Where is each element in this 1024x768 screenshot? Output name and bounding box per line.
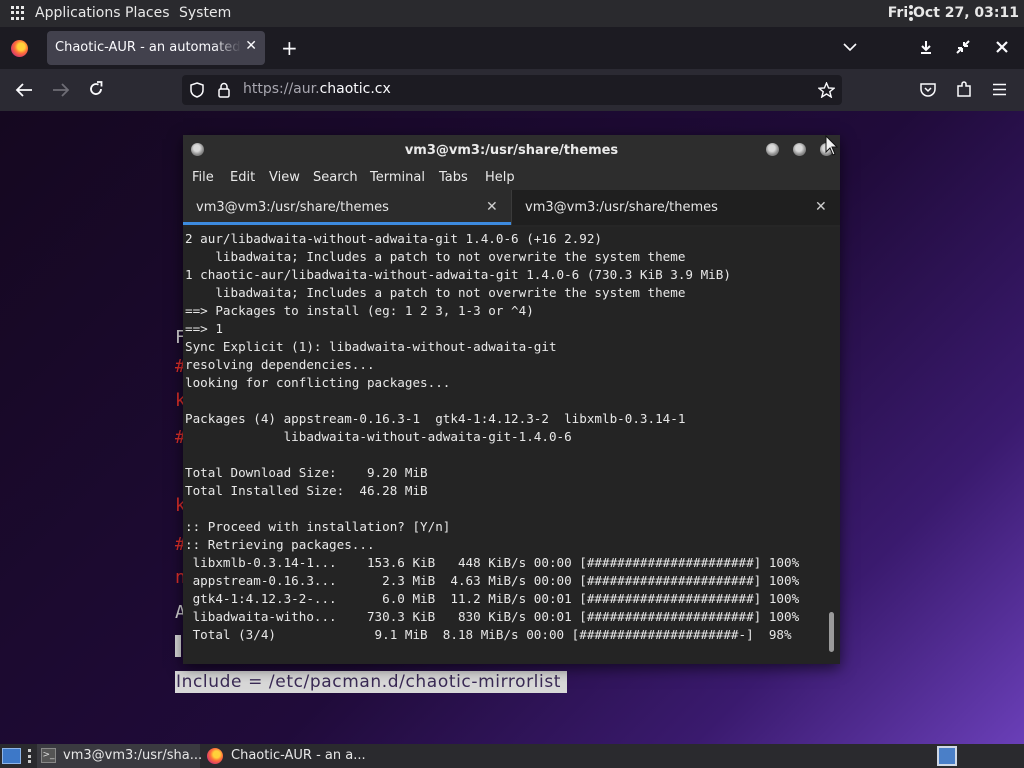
- terminal-line: :: Retrieving packages...: [185, 537, 375, 552]
- navigation-bar: https://aur.chaotic.cx: [0, 69, 1024, 111]
- menu-file[interactable]: File: [192, 170, 214, 185]
- terminal-line: libxmlb-0.3.14-1... 153.6 KiB 448 KiB/s …: [185, 555, 800, 570]
- taskbar-item-label: vm3@vm3:/usr/sha...: [63, 748, 203, 763]
- menu-places[interactable]: Places: [125, 5, 170, 21]
- url-bar[interactable]: https://aur.chaotic.cx: [182, 75, 842, 105]
- menu-applications[interactable]: Applications: [35, 5, 121, 21]
- menu-terminal[interactable]: Terminal: [370, 170, 425, 185]
- menu-tabs[interactable]: Tabs: [439, 170, 468, 185]
- taskbar-item-label: Chaotic-AUR - an a...: [231, 748, 366, 763]
- menu-edit[interactable]: Edit: [230, 170, 255, 185]
- browser-tab-title: Chaotic-AUR - an automated bu: [55, 40, 241, 55]
- clock[interactable]: Fri Oct 27, 03:11: [888, 5, 1019, 21]
- terminal-scrollbar[interactable]: [829, 612, 834, 652]
- extensions-icon[interactable]: [956, 81, 972, 98]
- terminal-line: :: Proceed with installation? [Y/n]: [185, 519, 451, 534]
- terminal-tab-bar: vm3@vm3:/usr/share/themes ✕ vm3@vm3:/usr…: [183, 190, 840, 225]
- bookmark-star-icon[interactable]: [818, 82, 835, 98]
- shield-icon[interactable]: [190, 82, 204, 98]
- terminal-window[interactable]: vm3@vm3:/usr/share/themes File Edit View…: [183, 135, 840, 664]
- terminal-line: 1 chaotic-aur/libadwaita-without-adwaita…: [185, 267, 731, 282]
- pocket-icon[interactable]: [920, 82, 936, 97]
- tab-close-icon[interactable]: ✕: [815, 199, 827, 215]
- show-desktop-icon[interactable]: [2, 748, 21, 764]
- terminal-line: libadwaita; Includes a patch to not over…: [185, 249, 686, 264]
- terminal-tab-label: vm3@vm3:/usr/share/themes: [196, 200, 389, 215]
- window-close-icon[interactable]: [996, 41, 1008, 53]
- forward-icon[interactable]: [52, 82, 70, 98]
- terminal-line: libadwaita-without-adwaita-git-1.4.0-6: [185, 429, 572, 444]
- terminal-icon: >_: [41, 748, 56, 763]
- firefox-icon[interactable]: [11, 40, 28, 57]
- tab-close-icon[interactable]: ✕: [245, 38, 257, 54]
- menu-view[interactable]: View: [269, 170, 300, 185]
- firefox-icon: [207, 748, 223, 764]
- taskbar-handle-icon[interactable]: [28, 749, 32, 763]
- hamburger-menu-icon[interactable]: [992, 83, 1007, 96]
- taskbar-item-firefox[interactable]: Chaotic-AUR - an a...: [204, 744, 374, 768]
- terminal-line: 2 aur/libadwaita-without-adwaita-git 1.4…: [185, 231, 603, 246]
- maximize-icon[interactable]: [793, 143, 806, 156]
- terminal-line: libadwaita; Includes a patch to not over…: [185, 285, 686, 300]
- page-text-fragment: [: [175, 635, 181, 657]
- list-tabs-chevron-icon[interactable]: [843, 42, 857, 52]
- menu-help[interactable]: Help: [485, 170, 515, 185]
- terminal-tab-active[interactable]: vm3@vm3:/usr/share/themes ✕: [183, 190, 511, 225]
- download-icon[interactable]: [919, 40, 933, 54]
- reload-icon[interactable]: [88, 81, 104, 97]
- new-tab-icon[interactable]: +: [281, 36, 298, 60]
- terminal-line: Total (3/4) 9.1 MiB 8.18 MiB/s 00:00 [##…: [185, 627, 792, 642]
- terminal-line: ==> 1: [185, 321, 223, 336]
- top-panel: Applications Places System Fri Oct 27, 0…: [0, 0, 1024, 27]
- terminal-titlebar[interactable]: vm3@vm3:/usr/share/themes: [183, 135, 840, 166]
- browser-tab-active[interactable]: Chaotic-AUR - an automated bu ✕: [47, 31, 265, 65]
- terminal-line: Packages (4) appstream-0.16.3-1 gtk4-1:4…: [185, 411, 686, 426]
- terminal-line: Total Download Size: 9.20 MiB: [185, 465, 428, 480]
- terminal-line: looking for conflicting packages...: [185, 375, 451, 390]
- terminal-line: Sync Explicit (1): libadwaita-without-ad…: [185, 339, 557, 354]
- apps-grid-icon[interactable]: [11, 6, 25, 20]
- workspace-switcher-icon[interactable]: [937, 746, 957, 766]
- terminal-line: resolving dependencies...: [185, 357, 375, 372]
- terminal-line: libadwaita-witho... 730.3 KiB 830 KiB/s …: [185, 609, 800, 624]
- terminal-line: ==> Packages to install (eg: 1 2 3, 1-3 …: [185, 303, 534, 318]
- terminal-output: 2 aur/libadwaita-without-adwaita-git 1.4…: [185, 230, 799, 644]
- terminal-tab[interactable]: vm3@vm3:/usr/share/themes ✕: [511, 190, 839, 225]
- minimize-icon[interactable]: [766, 143, 779, 156]
- url-text[interactable]: https://aur.chaotic.cx: [243, 81, 391, 97]
- lock-icon[interactable]: [217, 82, 231, 98]
- terminal-title: vm3@vm3:/usr/share/themes: [404, 143, 619, 158]
- bottom-taskbar: >_ vm3@vm3:/usr/sha... Chaotic-AUR - an …: [0, 744, 1024, 768]
- menu-search[interactable]: Search: [313, 170, 358, 185]
- terminal-output-area[interactable]: 2 aur/libadwaita-without-adwaita-git 1.4…: [183, 227, 840, 664]
- menu-system[interactable]: System: [179, 5, 231, 21]
- terminal-line: appstream-0.16.3... 2.3 MiB 4.63 MiB/s 0…: [185, 573, 800, 588]
- selected-code-line[interactable]: Include = /etc/pacman.d/chaotic-mirrorli…: [175, 671, 568, 693]
- restore-window-icon[interactable]: [956, 40, 970, 54]
- tab-close-icon[interactable]: ✕: [486, 199, 498, 215]
- mouse-pointer-icon: [825, 135, 839, 156]
- back-icon[interactable]: [15, 82, 33, 98]
- terminal-line: Total Installed Size: 46.28 MiB: [185, 483, 428, 498]
- terminal-menubar: File Edit View Search Terminal Tabs Help: [183, 166, 840, 190]
- taskbar-item-terminal[interactable]: >_ vm3@vm3:/usr/sha...: [37, 744, 203, 768]
- terminal-tab-label: vm3@vm3:/usr/share/themes: [525, 200, 718, 215]
- terminal-line: gtk4-1:4.12.3-2-... 6.0 MiB 11.2 MiB/s 0…: [185, 591, 800, 606]
